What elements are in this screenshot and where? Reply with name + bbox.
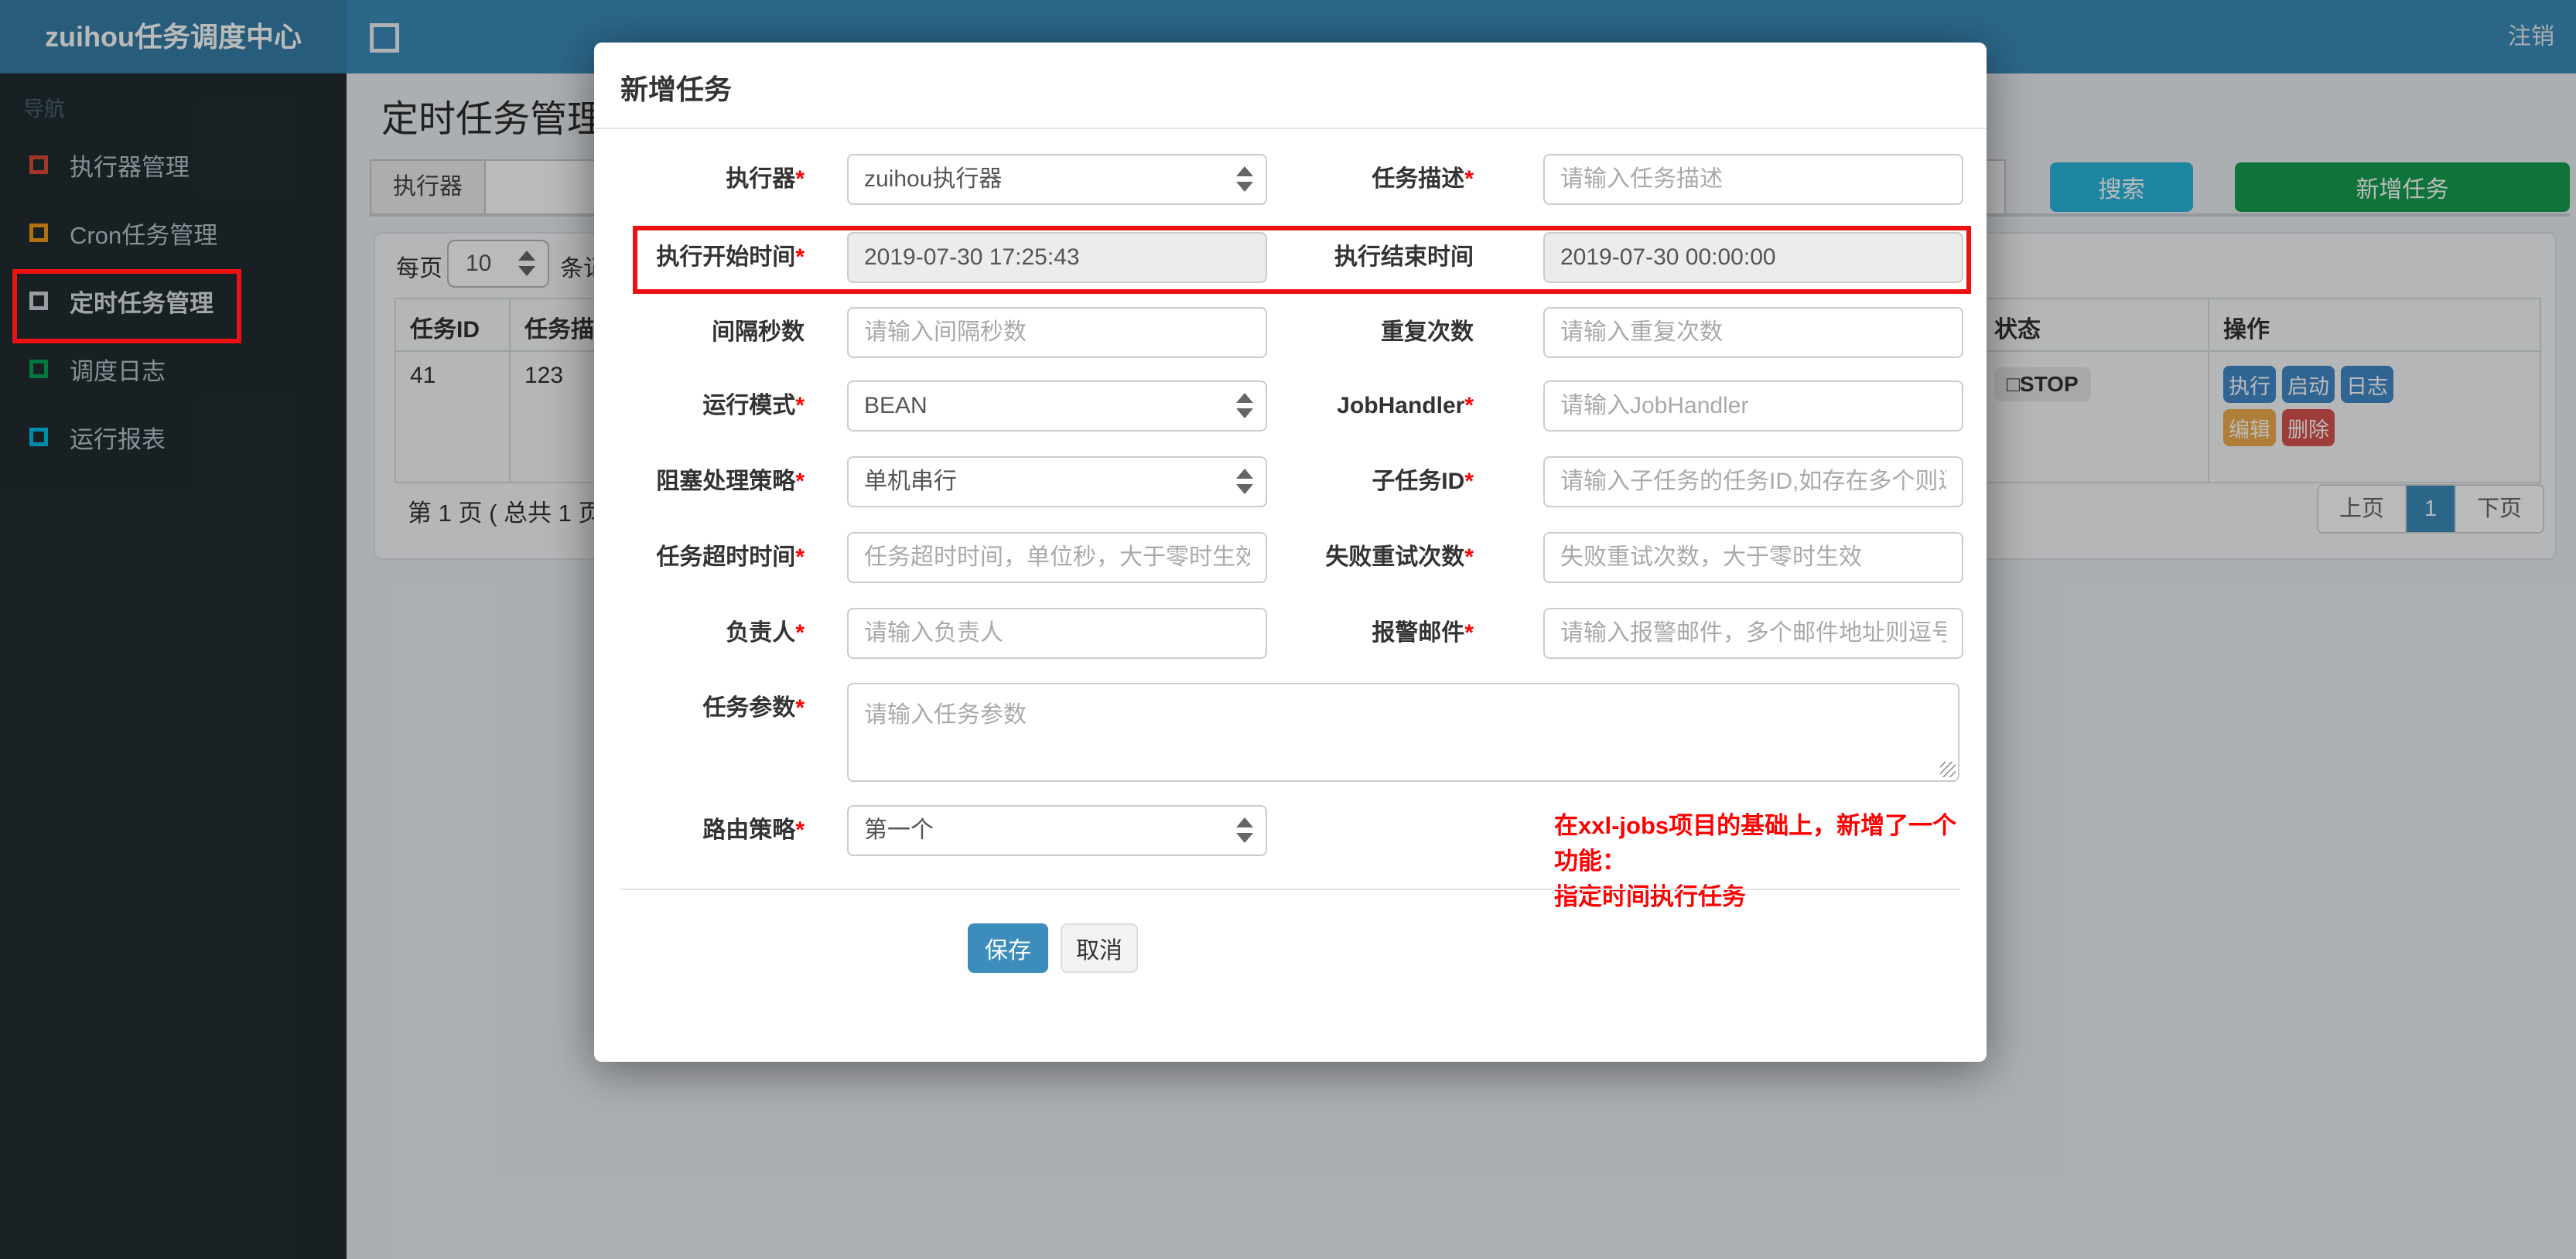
cancel-button[interactable]: 取消 [1061, 923, 1138, 973]
sidebar: 导航 执行器管理 Cron任务管理 定时任务管理 调度日志 运行报表 [0, 73, 347, 1259]
cell-task-id: 41 [396, 352, 511, 482]
sidebar-item-schedule-log[interactable]: 调度日志 [0, 335, 347, 403]
log-button[interactable]: 日志 [2341, 366, 2393, 403]
job-handler-label: JobHandler* [1337, 393, 1474, 418]
fail-retry-label: 失败重试次数* [1325, 544, 1474, 570]
cell-status: □STOP [1980, 352, 2209, 482]
select-arrows-icon [1236, 469, 1253, 495]
alarm-email-label: 报警邮件* [1372, 620, 1474, 646]
block-strategy-label: 阻塞处理策略* [656, 469, 805, 494]
add-task-modal: 新增任务 执行器* zuihou执行器 任务描述* 执行开始时间* 执行结束时间… [594, 43, 1987, 1062]
author-label: 负责人* [726, 620, 805, 646]
per-page-prefix: 每页 [396, 256, 442, 281]
modal-footer-divider [620, 889, 1960, 890]
block-strategy-select[interactable]: 单机串行 [847, 456, 1267, 507]
current-page-button[interactable]: 1 [2407, 486, 2455, 532]
save-button[interactable]: 保存 [968, 923, 1048, 973]
timeout-label: 任务超时时间* [656, 544, 805, 570]
modal-header-divider [594, 128, 1987, 129]
per-page-value: 10 [466, 251, 492, 276]
delete-button[interactable]: 删除 [2282, 409, 2335, 446]
add-task-button[interactable]: 新增任务 [2235, 162, 2570, 212]
search-button[interactable]: 搜索 [2050, 162, 2193, 212]
square-icon [29, 360, 48, 378]
timeout-input[interactable] [847, 532, 1267, 583]
job-handler-input[interactable] [1543, 380, 1963, 432]
feature-note: 在xxl-jobs项目的基础上，新增了一个功能： 指定时间执行任务 [1554, 808, 1976, 915]
brand-logo: zuihou任务调度中心 [0, 0, 347, 73]
repeat-count-input[interactable] [1543, 307, 1963, 358]
select-arrows-icon [1236, 393, 1253, 419]
square-icon [29, 292, 48, 310]
end-time-label: 执行结束时间 [1334, 244, 1474, 270]
column-header-status: 状态 [1980, 299, 2209, 350]
glue-type-label: 运行模式* [702, 393, 805, 418]
square-icon [29, 428, 48, 446]
square-icon [29, 223, 48, 242]
start-button[interactable]: 启动 [2282, 366, 2335, 403]
prev-page-button[interactable]: 上页 [2318, 486, 2407, 532]
modal-title: 新增任务 [620, 73, 733, 105]
select-arrows-icon [518, 251, 535, 277]
sidebar-menu: 执行器管理 Cron任务管理 定时任务管理 调度日志 运行报表 [0, 131, 347, 471]
textarea-resize-grip-icon[interactable] [1940, 762, 1956, 777]
select-arrows-icon [1236, 166, 1253, 193]
job-desc-label: 任务描述* [1372, 166, 1474, 192]
start-time-input[interactable] [847, 232, 1267, 283]
route-strategy-select[interactable]: 第一个 [847, 805, 1267, 856]
start-time-label: 执行开始时间* [656, 244, 805, 270]
next-page-button[interactable]: 下页 [2455, 486, 2543, 532]
alarm-email-input[interactable] [1543, 608, 1963, 659]
executor-label: 执行器* [726, 166, 805, 192]
job-desc-input[interactable] [1543, 154, 1963, 205]
route-strategy-label: 路由策略* [702, 817, 805, 843]
sidebar-item-run-report[interactable]: 运行报表 [0, 403, 347, 471]
executor-filter-label: 执行器 [370, 159, 486, 215]
cell-actions: 执行 启动 日志 编辑 删除 [2209, 352, 2537, 482]
per-page-select[interactable]: 10 [447, 240, 549, 288]
sidebar-toggle-icon[interactable] [370, 23, 399, 53]
logout-link[interactable]: 注销 [2508, 0, 2554, 73]
child-job-input[interactable] [1543, 456, 1963, 507]
edit-button[interactable]: 编辑 [2223, 409, 2276, 446]
child-job-label: 子任务ID* [1372, 469, 1474, 494]
job-param-label: 任务参数* [702, 695, 805, 721]
executor-select[interactable]: zuihou执行器 [847, 154, 1267, 205]
sidebar-nav-header: 导航 [23, 97, 65, 121]
interval-input[interactable] [847, 307, 1267, 358]
status-badge: □STOP [1994, 367, 2091, 401]
end-time-input[interactable] [1543, 232, 1963, 283]
sidebar-item-cron-task-manage[interactable]: Cron任务管理 [0, 199, 347, 267]
feature-note-line1: 在xxl-jobs项目的基础上，新增了一个功能： [1554, 812, 1957, 875]
author-input[interactable] [847, 608, 1267, 659]
glue-type-select[interactable]: BEAN [847, 380, 1267, 432]
run-button[interactable]: 执行 [2223, 366, 2276, 403]
page-title: 定时任务管理 [381, 99, 605, 140]
column-header-task-id: 任务ID [396, 299, 511, 350]
interval-label: 间隔秒数 [712, 319, 805, 345]
job-param-textarea[interactable] [847, 683, 1959, 782]
column-header-actions: 操作 [2223, 317, 2270, 343]
pagination: 上页 1 下页 [2317, 484, 2544, 534]
select-arrows-icon [1236, 817, 1253, 844]
fail-retry-input[interactable] [1543, 532, 1963, 583]
sidebar-item-executor-manage[interactable]: 执行器管理 [0, 131, 347, 199]
repeat-count-label: 重复次数 [1381, 319, 1474, 345]
square-icon [29, 155, 48, 174]
feature-note-line2: 指定时间执行任务 [1554, 883, 1746, 910]
sidebar-item-timed-task-manage[interactable]: 定时任务管理 [0, 267, 347, 335]
